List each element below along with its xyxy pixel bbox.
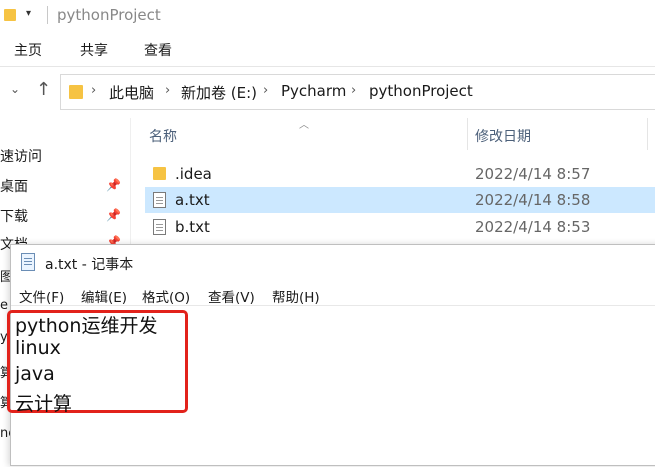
- notepad-titlebar[interactable]: a.txt - 记事本: [11, 245, 655, 281]
- notepad-icon: [21, 253, 35, 271]
- pin-icon: 📌: [106, 178, 121, 192]
- nav-item-peek[interactable]: e: [0, 298, 8, 313]
- column-divider[interactable]: [647, 118, 648, 150]
- notepad-window: a.txt - 记事本 文件(F) 编辑(E) 格式(O) 查看(V) 帮助(H…: [7, 244, 655, 467]
- breadcrumb-pythonproject[interactable]: pythonProject: [369, 82, 473, 100]
- chevron-right-icon[interactable]: ›: [351, 83, 356, 98]
- menu-edit[interactable]: 编辑(E): [81, 286, 127, 306]
- address-bar[interactable]: › 此电脑 › 新加卷 (E:) › Pycharm › pythonProje…: [60, 74, 655, 110]
- text-line: linux: [15, 337, 61, 359]
- recent-locations-chevron-icon[interactable]: ⌄: [10, 82, 20, 96]
- window-title: pythonProject: [57, 6, 161, 24]
- chevron-right-icon[interactable]: ›: [263, 83, 268, 98]
- chevron-right-icon[interactable]: ›: [91, 83, 96, 98]
- navigation-pane: 速访问 桌面 📌 下载 📌 文档 📌: [0, 118, 130, 258]
- pin-icon: 📌: [106, 208, 121, 222]
- breadcrumb-pycharm[interactable]: Pycharm: [281, 82, 346, 100]
- nav-item-desktop[interactable]: 桌面: [0, 176, 28, 196]
- column-header-row: ︿ 名称 修改日期: [131, 118, 655, 150]
- address-bar-row: ⌄ ↑ › 此电脑 › 新加卷 (E:) › Pycharm › pythonP…: [0, 66, 655, 115]
- tab-home[interactable]: 主页: [14, 40, 42, 60]
- file-row[interactable]: .idea 2022/4/14 8:57: [145, 161, 655, 187]
- file-list: ︿ 名称 修改日期 .idea 2022/4/14 8:57 a.txt 202…: [130, 118, 655, 258]
- file-row[interactable]: b.txt 2022/4/14 8:53: [145, 214, 655, 240]
- text-line: java: [15, 363, 55, 385]
- nav-item-downloads[interactable]: 下载: [0, 206, 28, 226]
- chevron-right-icon[interactable]: ›: [165, 83, 170, 98]
- file-name: b.txt: [175, 218, 210, 236]
- menu-file[interactable]: 文件(F): [19, 286, 64, 306]
- folder-icon: [153, 167, 166, 180]
- menu-format[interactable]: 格式(O): [142, 286, 190, 306]
- notepad-menubar: 文件(F) 编辑(E) 格式(O) 查看(V) 帮助(H): [11, 283, 655, 306]
- tab-view[interactable]: 查看: [144, 40, 172, 60]
- folder-icon: [4, 9, 16, 21]
- menu-view[interactable]: 查看(V): [208, 286, 255, 306]
- file-row[interactable]: a.txt 2022/4/14 8:58: [145, 187, 655, 213]
- column-header-name[interactable]: 名称: [149, 126, 177, 146]
- text-line: python运维开发: [15, 315, 158, 337]
- file-name: a.txt: [175, 191, 210, 209]
- quick-access-dropdown-icon[interactable]: ▾: [26, 8, 31, 19]
- file-name: .idea: [175, 165, 212, 183]
- column-divider[interactable]: [467, 118, 468, 150]
- nav-item-quick-access[interactable]: 速访问: [0, 146, 42, 166]
- text-file-icon: [153, 192, 166, 208]
- file-date: 2022/4/14 8:53: [475, 218, 591, 236]
- up-arrow-icon[interactable]: ↑: [36, 79, 51, 100]
- folder-icon: [69, 85, 83, 99]
- sort-ascending-icon: ︿: [299, 120, 309, 131]
- column-header-date-modified[interactable]: 修改日期: [475, 126, 531, 146]
- file-date: 2022/4/14 8:57: [475, 165, 591, 183]
- menu-help[interactable]: 帮助(H): [272, 286, 320, 306]
- breadcrumb-drive-e[interactable]: 新加卷 (E:): [181, 82, 257, 103]
- titlebar-divider: [47, 6, 48, 24]
- text-line: 云计算: [15, 393, 73, 415]
- breadcrumb-this-pc[interactable]: 此电脑: [109, 82, 154, 103]
- tab-share[interactable]: 共享: [80, 40, 108, 60]
- ribbon-tabs: 主页 共享 查看: [0, 36, 655, 64]
- explorer-titlebar: ▾ pythonProject: [0, 0, 655, 32]
- text-file-icon: [153, 219, 166, 235]
- file-date: 2022/4/14 8:58: [475, 191, 591, 209]
- notepad-text-area[interactable]: python运维开发 linux java 云计算: [7, 307, 655, 467]
- notepad-title: a.txt - 记事本: [45, 257, 134, 273]
